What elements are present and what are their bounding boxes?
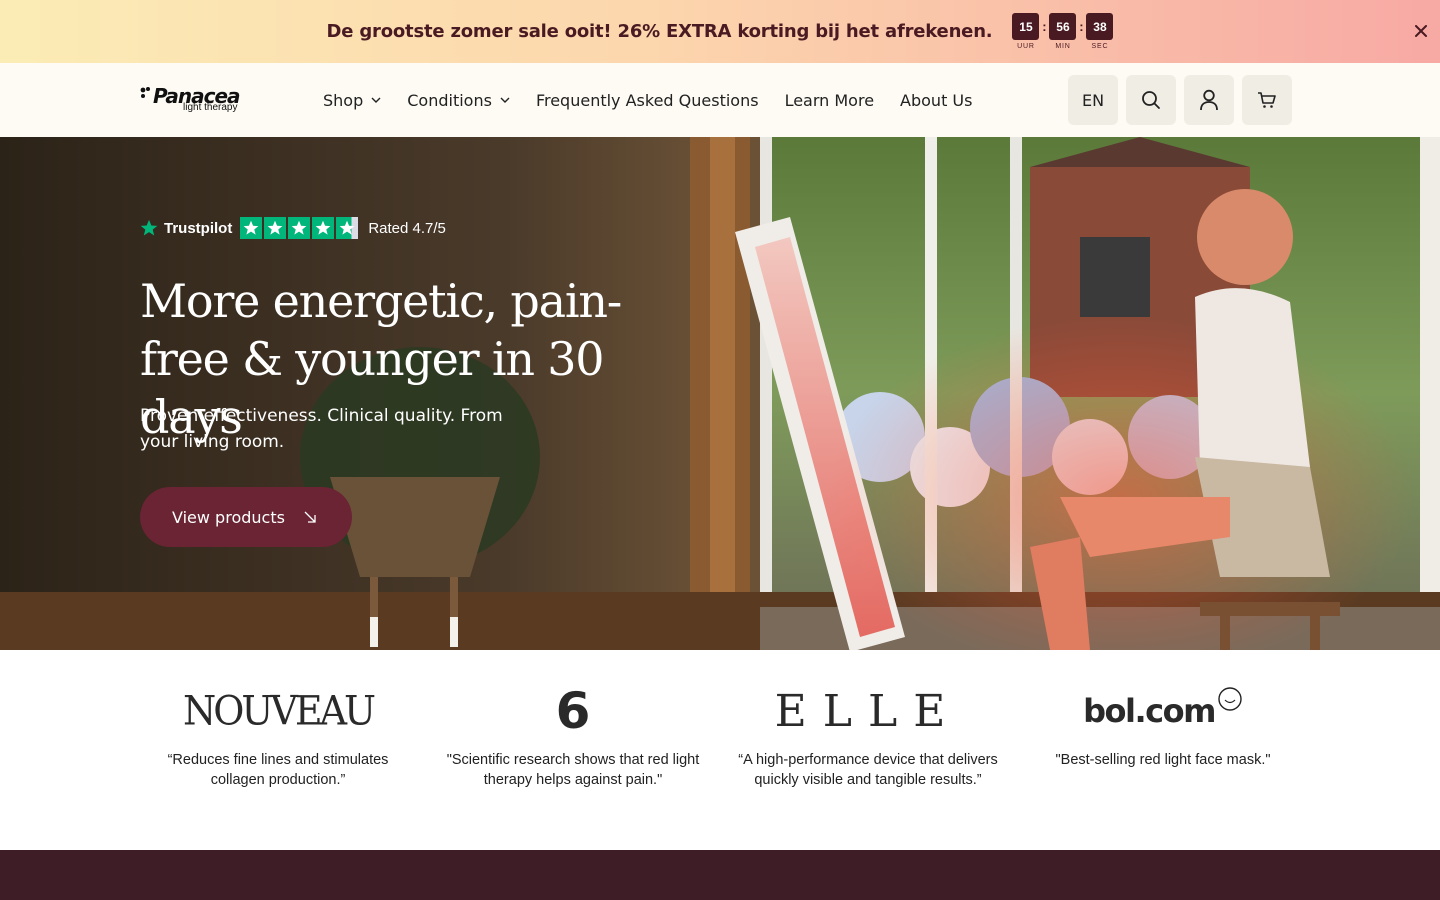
nav-conditions[interactable]: Conditions (407, 91, 510, 110)
countdown-minutes: 56 MIN (1049, 13, 1077, 50)
trustpilot-star-icon (140, 219, 158, 236)
nav-learn-more[interactable]: Learn More (785, 91, 874, 110)
elle-logo-text: ELLE (774, 685, 962, 737)
close-announcement-button[interactable] (1410, 20, 1432, 42)
arrow-down-right-icon (303, 510, 317, 524)
rating-text: Rated 4.7/5 (368, 219, 446, 237)
nav-faq[interactable]: Frequently Asked Questions (536, 91, 759, 110)
close-icon (1415, 25, 1427, 37)
countdown-hours-label: UUR (1017, 43, 1035, 50)
account-icon (1200, 89, 1218, 111)
countdown-hours: 15 UUR (1012, 13, 1040, 50)
account-button[interactable] (1184, 75, 1234, 125)
main-nav: Shop Conditions Frequently Asked Questio… (323, 63, 998, 137)
nouveau-logo-text: NOUVEAU (182, 687, 376, 735)
announcement-text: De grootste zomer sale ooit! 26% EXTRA k… (326, 21, 993, 42)
nav-about-us[interactable]: About Us (900, 91, 972, 110)
press-item-elle: ELLE “A high-performance device that del… (738, 686, 998, 790)
nav-about-us-label: About Us (900, 90, 973, 110)
elle-logo: ELLE (738, 685, 998, 737)
trustpilot-rating[interactable]: Trustpilot Rated 4.7/5 (140, 217, 446, 239)
view-products-button[interactable]: View products (140, 487, 352, 547)
nav-faq-label: Frequently Asked Questions (535, 90, 759, 110)
bol-logo-text: bol.com (1083, 692, 1216, 730)
dark-section-band (0, 850, 1440, 900)
cart-icon (1258, 92, 1276, 108)
press-item-6: 6 "Scientific research shows that red li… (443, 682, 703, 790)
chevron-down-icon (500, 97, 510, 103)
press-quote: “A high-performance device that delivers… (738, 752, 998, 788)
chevron-down-icon (371, 97, 381, 103)
nav-shop-label: Shop (323, 90, 364, 110)
star-icon (288, 217, 311, 239)
press-section: NOUVEAU “Reduces fine lines and stimulat… (0, 650, 1440, 850)
header-actions: EN (1060, 75, 1292, 125)
press-quote: "Best-selling red light face mask." (1055, 752, 1271, 768)
star-icon (312, 217, 335, 239)
six-logo: 6 (443, 682, 703, 740)
nav-conditions-label: Conditions (407, 90, 492, 110)
countdown-separator: : (1042, 19, 1047, 34)
logo-mark-icon (140, 87, 150, 98)
nouveau-logo: NOUVEAU (148, 686, 408, 736)
countdown-hours-value: 15 (1012, 13, 1040, 40)
view-products-label: View products (172, 507, 285, 527)
six-logo-text: 6 (555, 682, 591, 740)
countdown-minutes-label: MIN (1055, 43, 1071, 50)
nav-shop[interactable]: Shop (323, 91, 381, 110)
countdown-separator: : (1079, 19, 1084, 34)
bol-logo: bol.com (1033, 686, 1293, 736)
countdown-timer: 15 UUR : 56 MIN : 38 SEC (1012, 13, 1114, 50)
search-button[interactable] (1126, 75, 1176, 125)
search-icon (1142, 91, 1160, 109)
panacea-logo[interactable]: Panacea light therapy (140, 84, 250, 116)
site-header: Panacea light therapy Shop Conditions Fr… (0, 63, 1440, 137)
logo-subtitle: light therapy (183, 102, 238, 113)
press-item-bol: bol.com "Best-selling red light face mas… (1033, 686, 1293, 770)
bol-smile-icon (1218, 687, 1242, 711)
hero-section: Trustpilot Rated 4.7/5 More energetic, p… (0, 137, 1440, 650)
half-star-icon (336, 217, 359, 239)
countdown-seconds: 38 SEC (1086, 13, 1114, 50)
rating-stars (240, 217, 360, 239)
press-quote: “Reduces fine lines and stimulates colla… (167, 752, 389, 788)
press-quote: "Scientific research shows that red ligh… (446, 752, 700, 788)
cart-button[interactable] (1242, 75, 1292, 125)
nav-learn-more-label: Learn More (784, 90, 875, 110)
countdown-minutes-value: 56 (1049, 13, 1077, 40)
hero-subtitle: Proven effectiveness. Clinical quality. … (140, 406, 503, 452)
trustpilot-name: Trustpilot (164, 219, 233, 237)
star-icon (240, 217, 263, 239)
countdown-seconds-label: SEC (1091, 43, 1109, 50)
language-selector-button[interactable]: EN (1068, 75, 1118, 125)
star-icon (264, 217, 287, 239)
press-item-nouveau: NOUVEAU “Reduces fine lines and stimulat… (148, 686, 408, 790)
announcement-bar: De grootste zomer sale ooit! 26% EXTRA k… (0, 0, 1440, 63)
countdown-seconds-value: 38 (1086, 13, 1114, 40)
